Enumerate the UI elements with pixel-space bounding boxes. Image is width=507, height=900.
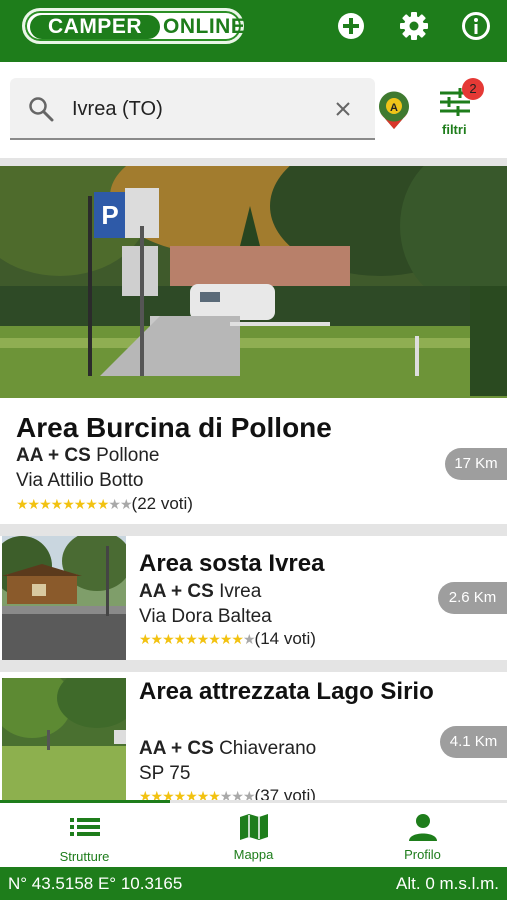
- filter-button[interactable]: 2 filtri: [436, 78, 486, 140]
- result-city: Ivrea: [219, 581, 262, 602]
- search-box[interactable]: [10, 78, 375, 140]
- nav-label-mappa: Mappa: [233, 847, 274, 862]
- gear-icon[interactable]: [398, 10, 430, 42]
- distance-badge: 4.1 Km: [440, 726, 507, 758]
- area-photo: [2, 536, 126, 660]
- featured-type: AA + CS: [16, 445, 91, 466]
- result-address: SP 75: [139, 763, 191, 784]
- result-address: Via Dora Baltea: [139, 606, 272, 627]
- info-icon[interactable]: [460, 10, 492, 42]
- camper-location-pin-icon[interactable]: A: [377, 90, 411, 130]
- altitude: Alt. 0 m.s.l.m.: [396, 874, 499, 893]
- nav-item-mappa[interactable]: Mappa: [169, 803, 338, 867]
- gps-status-bar: N° 43.5158 E° 10.3165 Alt. 0 m.s.l.m.: [0, 867, 507, 900]
- featured-title: Area Burcina di Pollone: [16, 412, 332, 443]
- filter-count-badge: 2: [462, 78, 484, 100]
- star-rating-icon: ★★★★★★★★★★: [139, 631, 255, 647]
- result-title: Area attrezzata Lago Sirio: [139, 678, 434, 705]
- filter-label: filtri: [442, 122, 467, 137]
- result-votes: (37 voti): [254, 786, 316, 800]
- area-photo: P: [0, 166, 507, 398]
- result-rating: ★★★★★★★★★★(14 voti): [139, 629, 316, 649]
- nav-label-profilo: Profilo: [404, 847, 441, 862]
- clear-icon[interactable]: [332, 98, 354, 120]
- featured-votes: (22 voti): [131, 494, 193, 513]
- result-card[interactable]: Area sosta Ivrea AA + CS Ivrea Via Dora …: [0, 536, 507, 660]
- nav-label-strutture: Strutture: [59, 849, 110, 864]
- featured-rating: ★★★★★★★★★★(22 voti): [16, 494, 193, 514]
- bottom-nav: Strutture Mappa Profilo: [0, 803, 507, 867]
- result-city: Chiaverano: [219, 738, 317, 759]
- gps-coordinates: N° 43.5158 E° 10.3165: [8, 874, 183, 893]
- svg-text:A: A: [390, 102, 398, 114]
- nav-item-profilo[interactable]: Profilo: [338, 803, 507, 867]
- svg-text:P: P: [101, 200, 118, 230]
- star-rating-icon: ★★★★★★★★★★: [16, 496, 132, 512]
- search-icon: [29, 97, 54, 122]
- person-icon: [409, 814, 437, 841]
- star-rating-icon: ★★★★★★★★★★: [139, 788, 256, 800]
- camper-online-logo: CAMPER ONLINE: [22, 8, 246, 44]
- result-type-city: AA + CS Ivrea: [139, 581, 261, 603]
- result-votes: (14 voti): [254, 629, 316, 648]
- area-photo: [2, 678, 126, 800]
- list-icon: [70, 818, 100, 836]
- featured-type-city: AA + CS Pollone: [16, 445, 159, 467]
- map-icon: [240, 814, 268, 840]
- plus-circle-icon[interactable]: [335, 10, 367, 42]
- nav-item-strutture[interactable]: Strutture: [0, 803, 169, 867]
- result-type-city: AA + CS Chiaverano: [139, 738, 316, 760]
- result-type: AA + CS: [139, 581, 214, 602]
- featured-city: Pollone: [96, 445, 160, 466]
- logo-online-text: ONLINE: [163, 15, 246, 38]
- result-card-featured[interactable]: P Area Burcina di Pollone AA + CS Pollon…: [0, 166, 507, 524]
- distance-badge: 17 Km: [445, 448, 507, 480]
- search-area: A 2 filtri: [0, 62, 507, 158]
- distance-badge: 2.6 Km: [438, 582, 507, 614]
- result-title: Area sosta Ivrea: [139, 550, 325, 577]
- featured-address: Via Attilio Botto: [16, 470, 144, 491]
- result-rating: ★★★★★★★★★★(37 voti): [139, 786, 316, 800]
- result-card[interactable]: Area attrezzata Lago Sirio AA + CS Chiav…: [0, 672, 507, 800]
- app-header: CAMPER ONLINE: [0, 0, 507, 62]
- result-type: AA + CS: [139, 738, 214, 759]
- search-input[interactable]: [72, 94, 322, 124]
- logo-camper-text: CAMPER: [30, 15, 160, 39]
